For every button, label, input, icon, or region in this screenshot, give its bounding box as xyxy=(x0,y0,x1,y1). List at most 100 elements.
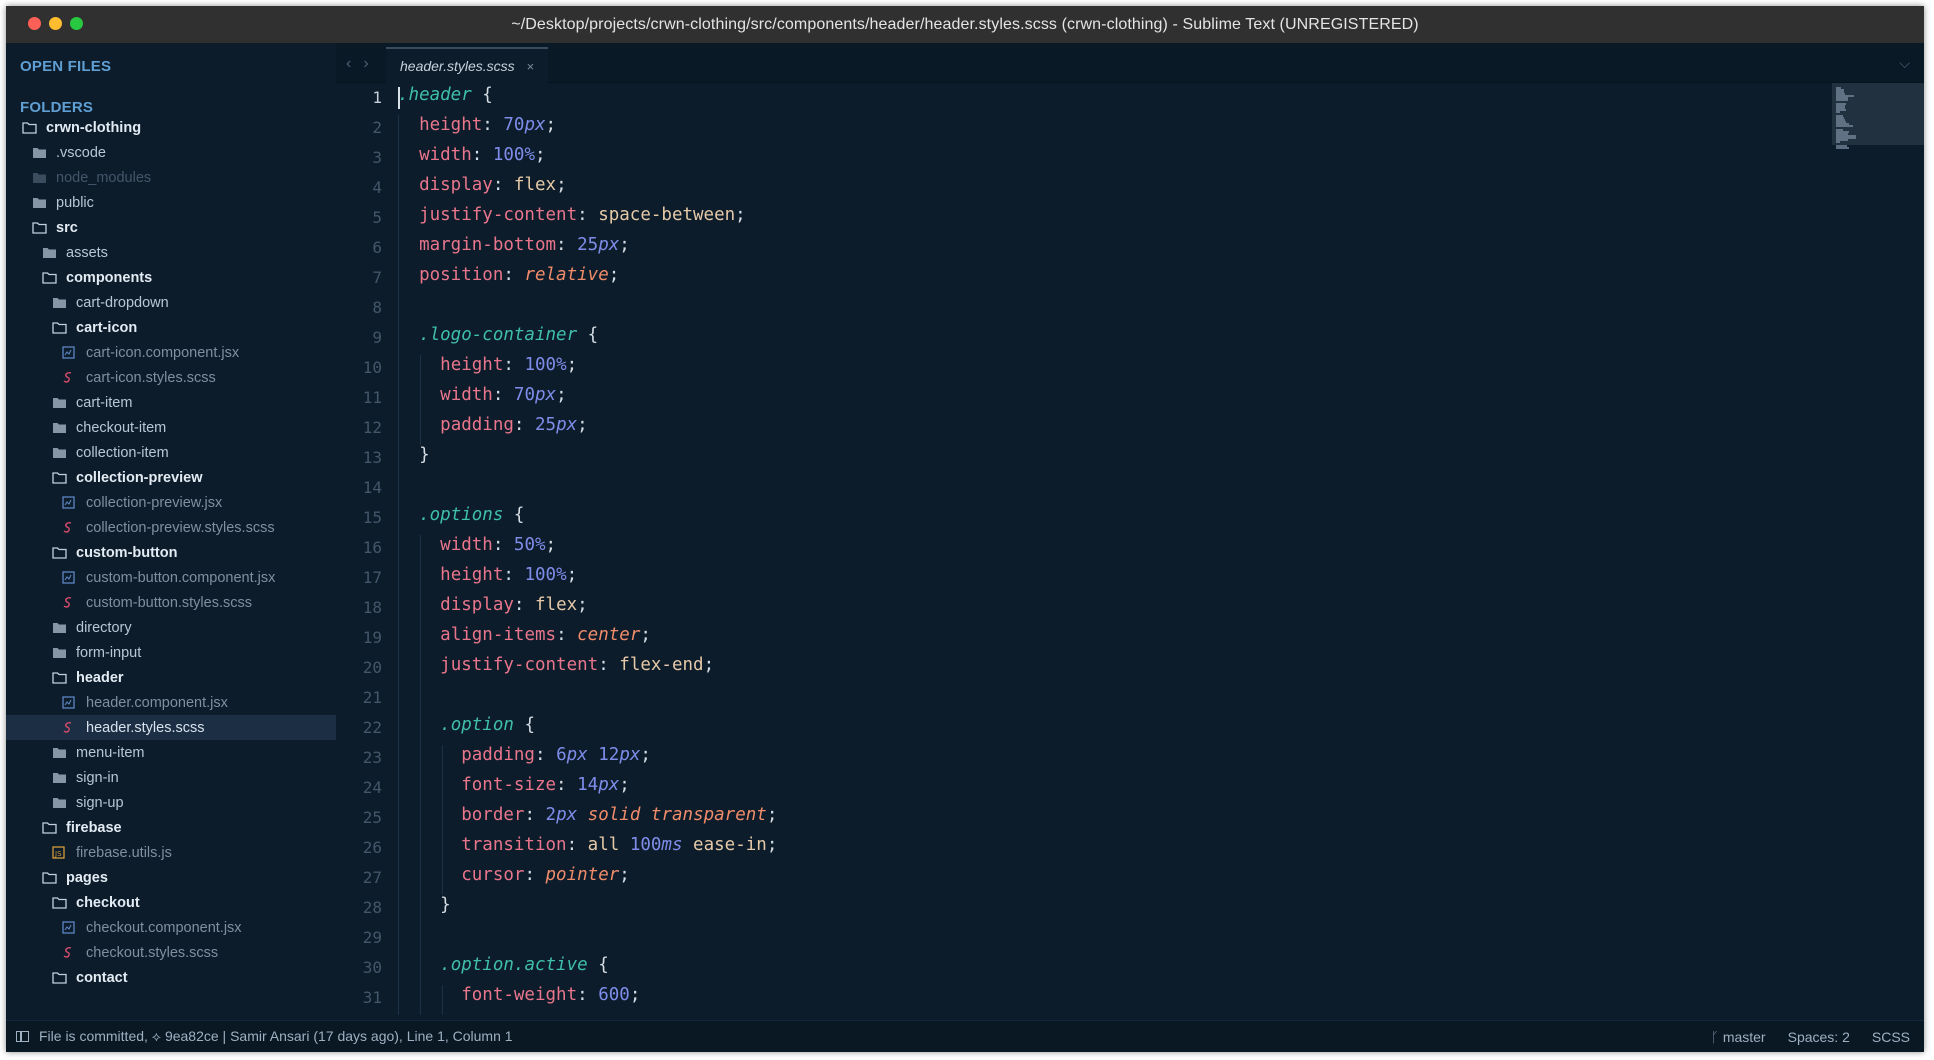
minimize-window-button[interactable] xyxy=(49,17,62,30)
maximize-window-button[interactable] xyxy=(70,17,83,30)
tree-item-label: firebase.utils.js xyxy=(76,844,172,861)
folder-open-icon xyxy=(52,321,68,335)
sidebar-folder-firebase[interactable]: firebase xyxy=(6,815,336,840)
tree-item-label: pages xyxy=(66,869,108,886)
sidebar-file-firebase-utils-js[interactable]: JS firebase.utils.js xyxy=(6,840,336,865)
punctuation-token: : xyxy=(513,595,535,615)
folder-icon xyxy=(52,646,68,660)
punctuation-token xyxy=(398,145,419,165)
sidebar-folder-collection-preview[interactable]: collection-preview xyxy=(6,465,336,490)
folder-open-icon xyxy=(52,896,68,910)
tab-navigation: ‹ › xyxy=(336,55,369,73)
code-line: margin-bottom: 25px; xyxy=(398,235,630,255)
tree-item-label: cart-dropdown xyxy=(76,294,169,311)
value-token: flex xyxy=(513,175,557,195)
value-token: ease-in xyxy=(693,835,767,855)
line-number: 16 xyxy=(362,538,382,557)
sidebar-folder-cart-icon[interactable]: cart-icon xyxy=(6,315,336,340)
sidebar-folder-directory[interactable]: directory xyxy=(6,615,336,640)
number-token: 600 xyxy=(598,985,630,1005)
tab-list-dropdown-icon[interactable]: ⌵ xyxy=(1899,55,1910,72)
tab-close-icon[interactable]: × xyxy=(527,59,535,74)
punctuation-token xyxy=(398,505,419,525)
sidebar-file-custom-button-component-jsx[interactable]: custom-button.component.jsx xyxy=(6,565,336,590)
tree-item-label: checkout xyxy=(76,894,140,911)
sidebar-folder-contact[interactable]: contact xyxy=(6,965,336,990)
forward-arrow-icon[interactable]: › xyxy=(363,55,368,73)
sidebar-toggle-icon[interactable] xyxy=(16,1031,29,1042)
sidebar-folder-sign-up[interactable]: sign-up xyxy=(6,790,336,815)
punctuation-token: ; xyxy=(566,355,578,375)
tree-item-label: firebase xyxy=(66,819,122,836)
sidebar-folder-pages[interactable]: pages xyxy=(6,865,336,890)
code-line: height: 100%; xyxy=(398,355,577,375)
number-token: 25 xyxy=(577,235,599,255)
close-window-button[interactable] xyxy=(28,17,41,30)
sidebar-file-checkout-component-jsx[interactable]: checkout.component.jsx xyxy=(6,915,336,940)
code-line: .header { xyxy=(398,85,493,105)
tree-item-label: .vscode xyxy=(56,144,106,161)
sidebar-folder-public[interactable]: public xyxy=(6,190,336,215)
property-token: display xyxy=(419,175,493,195)
sidebar-folder-node-modules[interactable]: node_modules xyxy=(6,165,336,190)
property-token: padding xyxy=(461,745,535,765)
sidebar-folder-crwn-clothing[interactable]: crwn-clothing xyxy=(6,115,336,140)
sidebar-folder-components[interactable]: components xyxy=(6,265,336,290)
sidebar-folder--vscode[interactable]: .vscode xyxy=(6,140,336,165)
sidebar-folder-src[interactable]: src xyxy=(6,215,336,240)
sidebar-folder-checkout-item[interactable]: checkout-item xyxy=(6,415,336,440)
syntax-setting[interactable]: SCSS xyxy=(1872,1029,1910,1045)
punctuation-token: : xyxy=(577,985,599,1005)
status-left: File is committed, ⟡ 9ea82ce | Samir Ans… xyxy=(6,1028,513,1045)
sidebar-folder-collection-item[interactable]: collection-item xyxy=(6,440,336,465)
sidebar-file-header-component-jsx[interactable]: header.component.jsx xyxy=(6,690,336,715)
selector-token: .header xyxy=(398,85,472,105)
sidebar-file-checkout-styles-scss[interactable]: checkout.styles.scss xyxy=(6,940,336,965)
line-number: 2 xyxy=(372,118,382,137)
sidebar-folder-cart-dropdown[interactable]: cart-dropdown xyxy=(6,290,336,315)
sidebar-file-custom-button-styles-scss[interactable]: custom-button.styles.scss xyxy=(6,590,336,615)
punctuation-token: ; xyxy=(619,775,630,795)
sidebar-folder-cart-item[interactable]: cart-item xyxy=(6,390,336,415)
sidebar-file-collection-preview-jsx[interactable]: collection-preview.jsx xyxy=(6,490,336,515)
punctuation-token: : xyxy=(492,175,514,195)
punctuation-token xyxy=(577,805,588,825)
code-line: justify-content: space-between; xyxy=(398,205,746,225)
punctuation-token xyxy=(398,715,440,735)
tree-item-label: collection-preview.styles.scss xyxy=(86,519,275,536)
punctuation-token: : xyxy=(556,235,578,255)
punctuation-token: ; xyxy=(619,235,630,255)
line-number: 7 xyxy=(372,268,382,287)
sidebar-file-collection-preview-styles-scss[interactable]: collection-preview.styles.scss xyxy=(6,515,336,540)
sidebar-folder-checkout[interactable]: checkout xyxy=(6,890,336,915)
number-token: 70 xyxy=(503,115,525,135)
sidebar-file-cart-icon-component-jsx[interactable]: cart-icon.component.jsx xyxy=(6,340,336,365)
indentation-setting[interactable]: Spaces: 2 xyxy=(1788,1029,1850,1045)
property-token: height xyxy=(440,355,504,375)
sidebar-folder-assets[interactable]: assets xyxy=(6,240,336,265)
editor-window: ~/Desktop/projects/crwn-clothing/src/com… xyxy=(6,6,1924,1052)
svg-text:JS: JS xyxy=(54,850,62,858)
tab-header-styles[interactable]: header.styles.scss × xyxy=(386,47,548,83)
sidebar-folder-header[interactable]: header xyxy=(6,665,336,690)
tree-item-label: form-input xyxy=(76,644,142,661)
sidebar-file-header-styles-scss[interactable]: header.styles.scss xyxy=(6,715,336,740)
punctuation-token: ; xyxy=(535,145,546,165)
sidebar-file-cart-icon-styles-scss[interactable]: cart-icon.styles.scss xyxy=(6,365,336,390)
sidebar-folder-menu-item[interactable]: menu-item xyxy=(6,740,336,765)
sidebar-folder-form-input[interactable]: form-input xyxy=(6,640,336,665)
back-arrow-icon[interactable]: ‹ xyxy=(346,55,351,73)
open-files-heading: OPEN FILES xyxy=(20,58,112,75)
tree-item-label: custom-button.component.jsx xyxy=(86,569,276,586)
code-editor[interactable]: 1 2 3 4 5 6 7 8 9 10 11 12 13 14 15 16 17 18 19 20 21 22 23 24 2… xyxy=(336,83,1924,1020)
code-line: } xyxy=(398,445,430,465)
punctuation-token: ; xyxy=(556,385,567,405)
git-branch[interactable]: ᚴ master xyxy=(1711,1029,1766,1045)
punctuation-token: ; xyxy=(640,745,651,765)
sidebar-folder-custom-button[interactable]: custom-button xyxy=(6,540,336,565)
folder-icon xyxy=(52,446,68,460)
punctuation-token xyxy=(683,835,694,855)
sidebar-folder-sign-in[interactable]: sign-in xyxy=(6,765,336,790)
punctuation-token: : xyxy=(513,415,535,435)
punctuation-token xyxy=(588,745,599,765)
